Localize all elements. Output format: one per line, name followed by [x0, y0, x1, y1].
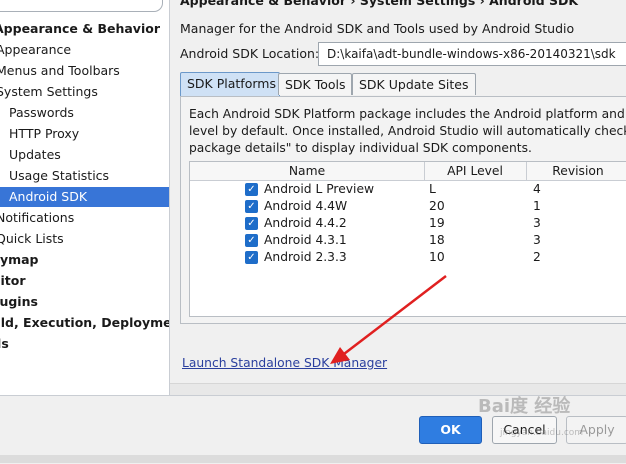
watermark-text: Bai度 经验 — [478, 396, 571, 417]
cell-name: Android 4.3.1 — [264, 233, 347, 247]
tree-item-android-sdk[interactable]: Android SDK — [0, 187, 169, 207]
tree-item-notifications[interactable]: Notifications — [0, 208, 74, 228]
cell-name: Android L Preview — [264, 182, 375, 196]
tree-item-quick-lists[interactable]: Quick Lists — [0, 229, 64, 249]
table-row[interactable]: ✓ Android 4.4W 20 1 — [190, 198, 626, 215]
page-description: Manager for the Android SDK and Tools us… — [180, 21, 575, 36]
cell-revision: 3 — [533, 216, 541, 230]
watermark-subtext: jingyan.baidu.com — [500, 428, 584, 438]
table-row[interactable]: ✓ Android L Preview L 4 — [190, 181, 626, 198]
tab-sdk-platforms[interactable]: SDK Platforms — [180, 72, 280, 96]
tree-item-tools[interactable]: Tools — [0, 334, 9, 354]
column-header-revision[interactable]: Revision — [526, 162, 626, 180]
checkbox-checked-icon[interactable]: ✓ — [245, 234, 258, 247]
tree-item-keymap[interactable]: Keymap — [0, 250, 39, 270]
tree-item-plugins[interactable]: Plugins — [0, 292, 38, 312]
tree-item-passwords[interactable]: Passwords — [9, 103, 74, 123]
tree-item-system-settings[interactable]: System Settings — [0, 82, 98, 102]
settings-search-input[interactable] — [0, 0, 163, 12]
panel-text-line: Each Android SDK Platform package includ… — [189, 107, 626, 121]
cell-api-level: 20 — [429, 199, 445, 213]
cell-revision: 3 — [533, 233, 541, 247]
tab-sdk-update-sites[interactable]: SDK Update Sites — [352, 73, 476, 95]
table-row[interactable]: ✓ Android 4.3.1 18 3 — [190, 232, 626, 249]
column-header-name[interactable]: Name — [190, 162, 425, 180]
launch-standalone-sdk-manager-link[interactable]: Launch Standalone SDK Manager — [182, 356, 387, 370]
breadcrumb: Appearance & Behavior › System Settings … — [180, 0, 579, 8]
cell-api-level: 18 — [429, 233, 445, 247]
checkbox-checked-icon[interactable]: ✓ — [245, 183, 258, 196]
cell-revision: 2 — [533, 250, 541, 264]
tree-item-updates[interactable]: Updates — [9, 145, 61, 165]
sdk-platforms-table: Name API Level Revision ✓ Android L Prev… — [189, 161, 626, 317]
tree-item-appearance[interactable]: Appearance — [0, 40, 71, 60]
tree-item-appearance-behavior[interactable]: Appearance & Behavior — [0, 19, 160, 39]
table-header: Name API Level Revision — [190, 162, 626, 181]
cell-name: Android 4.4.2 — [264, 216, 347, 230]
panel-description: Each Android SDK Platform package includ… — [189, 106, 626, 157]
ok-button[interactable]: OK — [419, 416, 482, 444]
tree-item-http-proxy[interactable]: HTTP Proxy — [9, 124, 79, 144]
checkbox-checked-icon[interactable]: ✓ — [245, 251, 258, 264]
sdk-location-field[interactable]: D:\kaifa\adt-bundle-windows-x86-20140321… — [318, 42, 626, 66]
tree-item-menus-toolbars[interactable]: Menus and Toolbars — [0, 61, 120, 81]
checkbox-checked-icon[interactable]: ✓ — [245, 217, 258, 230]
cell-api-level: L — [429, 182, 436, 196]
cell-name: Android 4.4W — [264, 199, 348, 213]
tab-sdk-tools[interactable]: SDK Tools — [278, 73, 352, 95]
baidu-watermark: Bai度 经验 jingyan.baidu.com — [478, 392, 626, 440]
tree-item-usage-statistics[interactable]: Usage Statistics — [9, 166, 109, 186]
settings-content: Appearance & Behavior › System Settings … — [170, 0, 626, 395]
tree-item-build-execution-deployment[interactable]: Build, Execution, Deployment — [0, 313, 169, 333]
tree-item-editor[interactable]: Editor — [0, 271, 26, 291]
sdk-location-label: Android SDK Location: — [180, 46, 320, 61]
cell-revision: 1 — [533, 199, 541, 213]
cell-api-level: 19 — [429, 216, 445, 230]
panel-text-line: package details" to display individual S… — [189, 141, 532, 155]
sdk-platforms-panel: Each Android SDK Platform package includ… — [180, 96, 626, 324]
panel-text-line: level by default. Once installed, Androi… — [189, 124, 626, 138]
cell-revision: 4 — [533, 182, 541, 196]
settings-sidebar: Appearance & Behavior Appearance Menus a… — [0, 0, 170, 395]
column-header-api-level[interactable]: API Level — [424, 162, 527, 180]
taskbar-strip — [0, 455, 626, 463]
table-row[interactable]: ✓ Android 2.3.3 10 2 — [190, 249, 626, 266]
cell-name: Android 2.3.3 — [264, 250, 347, 264]
tree-item-label: Android SDK — [9, 189, 88, 204]
cell-api-level: 10 — [429, 250, 445, 264]
table-row[interactable]: ✓ Android 4.4.2 19 3 — [190, 215, 626, 232]
checkbox-checked-icon[interactable]: ✓ — [245, 200, 258, 213]
